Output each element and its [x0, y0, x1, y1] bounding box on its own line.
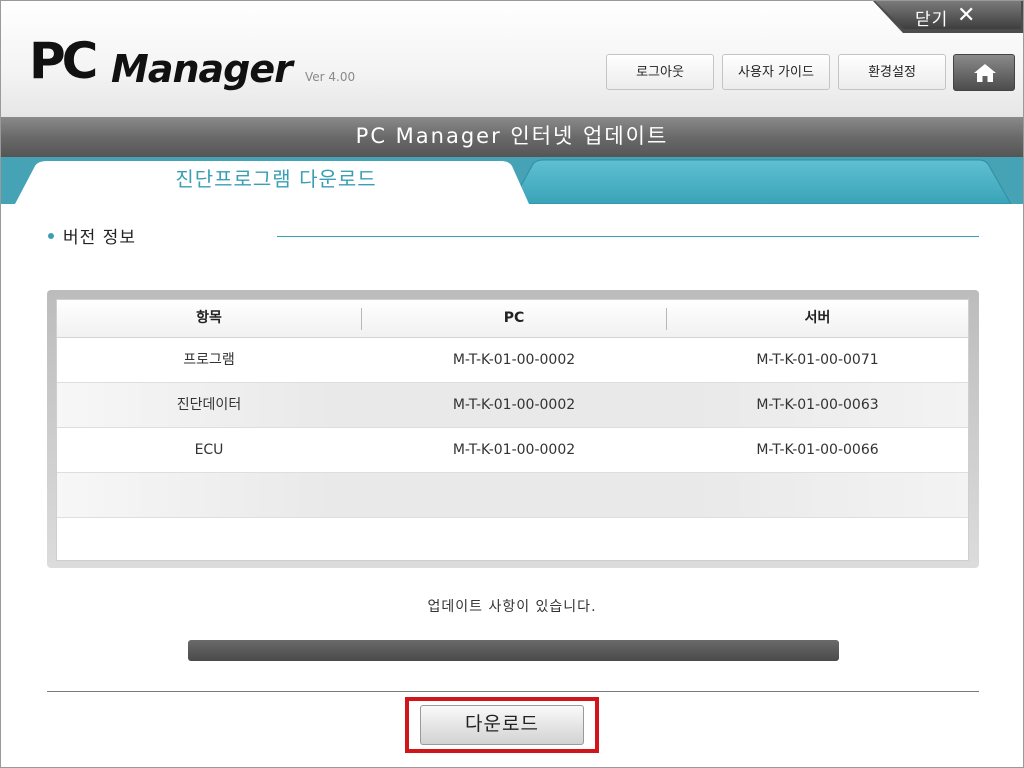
download-progress-bar	[188, 640, 839, 661]
column-header-pc: PC	[503, 310, 525, 326]
section-divider	[277, 236, 979, 237]
cell-server-version: M-T-K-01-00-0071	[756, 352, 879, 368]
table-row: 프로그램 M-T-K-01-00-0002 M-T-K-01-00-0071	[57, 338, 968, 383]
cell-server-version: M-T-K-01-00-0063	[756, 397, 879, 413]
header: PC Manager Ver 4.00 닫기 ✕ 로그아웃 사용자 가이드 환경…	[1, 1, 1023, 118]
close-label: 닫기	[915, 10, 949, 30]
footer-divider	[47, 691, 979, 692]
close-x-icon: ✕	[957, 3, 976, 28]
table-row: 진단데이터 M-T-K-01-00-0002 M-T-K-01-00-0063	[57, 383, 968, 428]
table-row-empty	[57, 473, 968, 518]
cell-item: 프로그램	[183, 352, 235, 368]
pc-manager-window: PC Manager Ver 4.00 닫기 ✕ 로그아웃 사용자 가이드 환경…	[0, 0, 1024, 768]
home-icon	[974, 64, 996, 82]
logo-pc-text: PC	[29, 32, 98, 90]
column-header-server: 서버	[804, 310, 831, 326]
cell-pc-version: M-T-K-01-00-0002	[452, 442, 576, 458]
logo-manager-text: Manager	[111, 47, 293, 91]
cell-server-version: M-T-K-01-00-0066	[756, 442, 879, 458]
settings-button[interactable]: 환경설정	[838, 54, 946, 90]
section-title: 버전 정보	[63, 228, 136, 248]
user-guide-button[interactable]: 사용자 가이드	[722, 54, 830, 90]
table-header: 항목 PC 서버	[57, 300, 968, 338]
version-label: Ver 4.00	[305, 70, 356, 84]
update-status-text: 업데이트 사항이 있습니다.	[427, 599, 597, 615]
logout-button[interactable]: 로그아웃	[606, 54, 714, 90]
version-table-frame: 항목 PC 서버 프로그램 M-T-K-01-00-0002 M-T-K-01-…	[47, 290, 979, 568]
tab-strip: 진단프로그램 다운로드	[1, 157, 1023, 204]
bullet-icon	[48, 233, 54, 239]
cell-item: ECU	[194, 442, 224, 458]
page-title: PC Manager 인터넷 업데이트	[1, 117, 1023, 157]
version-table: 항목 PC 서버 프로그램 M-T-K-01-00-0002 M-T-K-01-…	[56, 299, 969, 561]
close-button[interactable]: 닫기 ✕	[873, 1, 1023, 33]
column-header-item: 항목	[196, 310, 222, 326]
cell-pc-version: M-T-K-01-00-0002	[452, 397, 576, 413]
cell-pc-version: M-T-K-01-00-0002	[452, 352, 576, 368]
tab-diagnostic-download[interactable]: 진단프로그램 다운로드	[131, 163, 421, 192]
download-button[interactable]: 다운로드	[420, 705, 584, 745]
table-row-empty	[57, 518, 968, 560]
home-button[interactable]	[953, 54, 1015, 91]
cell-item: 진단데이터	[176, 397, 242, 413]
table-row: ECU M-T-K-01-00-0002 M-T-K-01-00-0066	[57, 428, 968, 473]
